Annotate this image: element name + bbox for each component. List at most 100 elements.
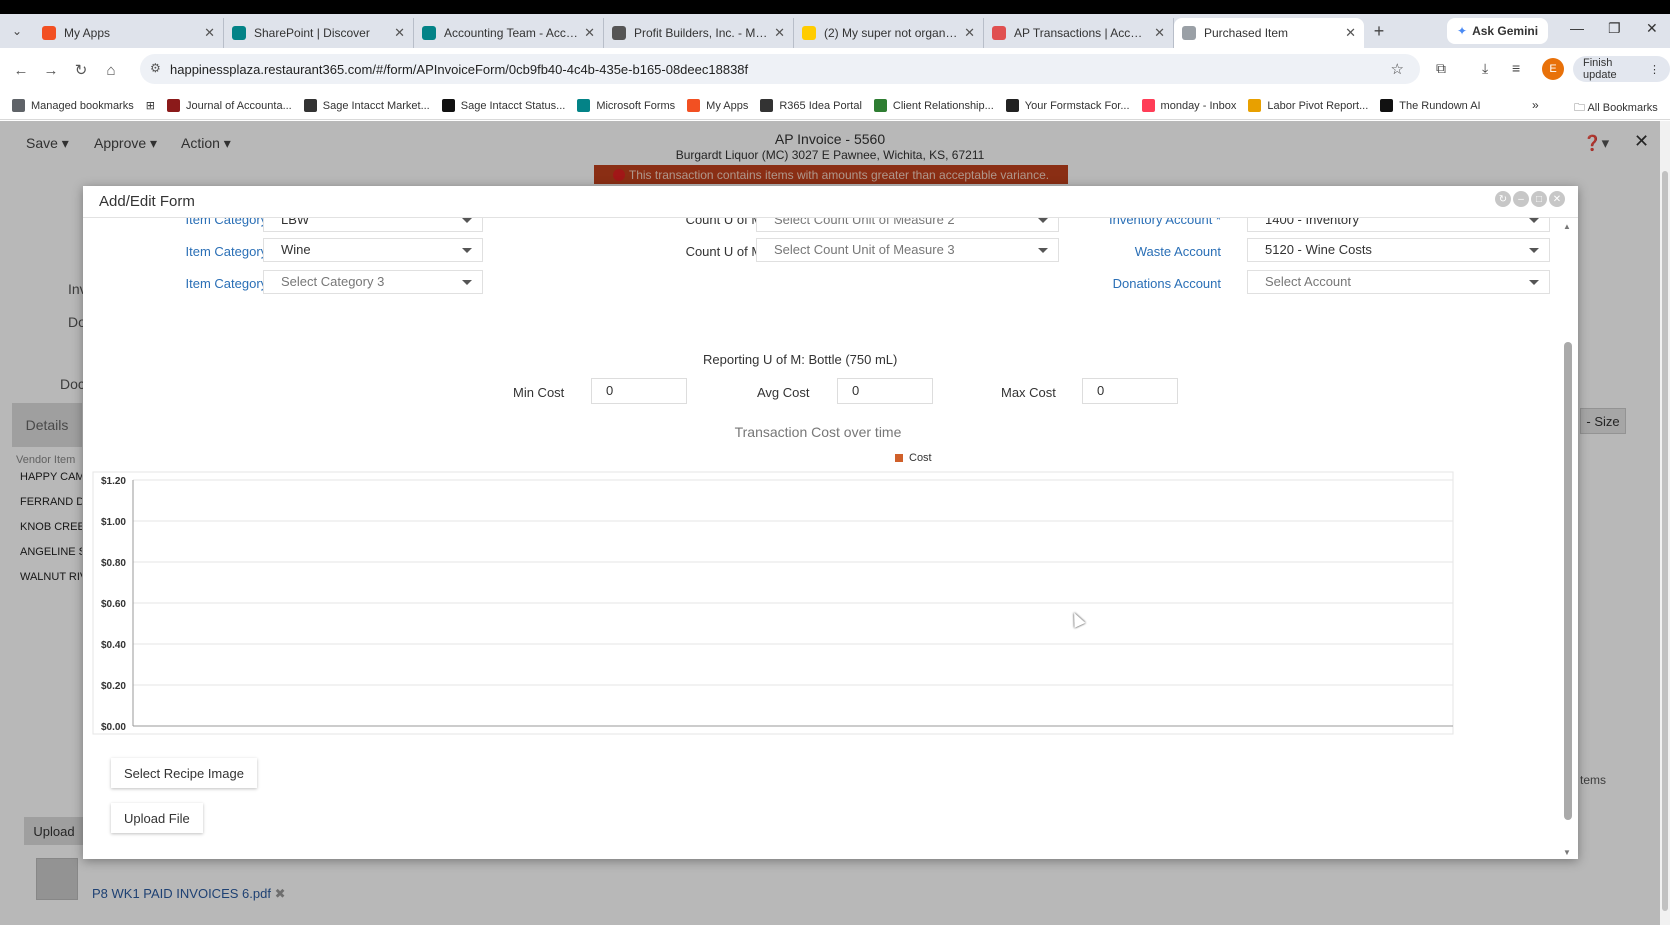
bookmark-item[interactable]: Sage Intacct Market... [303,99,430,112]
tab-favicon-icon [1182,26,1196,40]
tab-title: Accounting Team - Account [444,26,579,40]
y-tick-label: $1.20 [101,476,126,487]
tab-favicon-icon [232,26,246,40]
bookmark-icon [1380,99,1394,112]
tab-title: (2) My super not organized [824,26,959,40]
browser-tab[interactable]: Accounting Team - Account ✕ [414,18,604,48]
apps-grid-icon[interactable]: ⊞ [146,99,155,112]
bookmark-item[interactable]: Sage Intacct Status... [441,99,565,112]
bookmark-icon [441,99,455,112]
browser-tab[interactable]: AP Transactions | Accounts ✕ [984,18,1174,48]
bookmark-item[interactable]: Your Formstack For... [1005,99,1130,112]
tab-title: SharePoint | Discover [254,26,370,40]
ask-gemini-button[interactable]: ✦ Ask Gemini [1447,18,1549,44]
modal-body: Item Category 1 LBW Item Category 2 Wine… [83,218,1578,859]
y-tick-label: $0.60 [101,599,126,610]
y-tick-label: $0.80 [101,558,126,569]
select-recipe-image-button[interactable]: Select Recipe Image [111,758,257,788]
bookmark-icon [1141,99,1155,112]
scroll-thumb[interactable] [1564,342,1572,820]
tab-title: Purchased Item [1204,26,1289,40]
bookmark-icon [166,99,180,112]
bookmark-item[interactable]: monday - Inbox [1141,99,1236,112]
bookmark-item[interactable]: Labor Pivot Report... [1248,99,1368,112]
browser-tab[interactable]: SharePoint | Discover ✕ [224,18,414,48]
close-tab-icon[interactable]: ✕ [774,25,785,41]
bookmark-icon [577,99,591,112]
maximize-modal-icon[interactable]: □ [1531,191,1547,207]
bookmark-item[interactable]: Client Relationship... [873,99,994,112]
tab-title: My Apps [64,26,111,40]
add-edit-form-modal: Add/Edit Form ↻ – □ ✕ Item Category 1 LB… [83,186,1578,859]
y-tick-label: $0.40 [101,640,126,651]
media-icon[interactable]: ≡ [1512,60,1520,76]
title-strip [0,0,1670,14]
bookmark-icon [873,99,887,112]
close-tab-icon[interactable]: ✕ [964,25,975,41]
tab-title: AP Transactions | Accounts [1014,26,1149,40]
close-modal-icon[interactable]: ✕ [1549,191,1565,207]
bookmark-item[interactable]: Microsoft Forms [577,99,675,112]
bookmark-item[interactable]: R365 Idea Portal [760,99,862,112]
minimize-icon[interactable]: — [1570,20,1584,36]
close-tab-icon[interactable]: ✕ [394,25,405,41]
modal-title: Add/Edit Form [99,193,195,210]
y-tick-label: $1.00 [101,517,126,528]
bookmark-item[interactable]: The Rundown AI [1380,99,1481,112]
tab-favicon-icon [42,26,56,40]
browser-tab[interactable]: My Apps ✕ [34,18,224,48]
bookmark-icon [760,99,774,112]
modal-header: Add/Edit Form ↻ – □ ✕ [83,186,1578,218]
browser-tab[interactable]: Profit Builders, Inc. - My Tin ✕ [604,18,794,48]
address-bar-row: ← → ↻ ⌂ ⚙ happinessplaza.restaurant365.c… [0,48,1670,92]
url-input[interactable]: ⚙ happinessplaza.restaurant365.com/#/for… [140,54,1420,84]
tab-favicon-icon [802,26,816,40]
minimize-modal-icon[interactable]: – [1513,191,1529,207]
finish-update-button[interactable]: Finish update ⋮ [1573,56,1670,82]
bookmark-item[interactable]: My Apps [687,99,748,112]
reload-icon[interactable]: ↻ [66,61,96,79]
bookmark-icon [1248,99,1262,112]
home-icon[interactable]: ⌂ [96,62,126,79]
more-bookmarks-icon[interactable]: » [1532,98,1539,112]
bookmark-icon [12,99,25,112]
bookmark-item[interactable]: Managed bookmarks [12,99,134,112]
refresh-icon[interactable]: ↻ [1495,191,1511,207]
restore-icon[interactable]: ❐ [1608,20,1621,37]
site-info-icon[interactable]: ⚙ [150,61,161,75]
tab-search-icon[interactable]: ⌄ [0,14,34,48]
all-bookmarks[interactable]: 🗀 All Bookmarks [1574,99,1658,118]
bookmark-icon [1005,99,1019,112]
bookmarks-bar: Managed bookmarks ⊞ Journal of Accounta...… [0,92,1670,120]
scroll-up-icon[interactable]: ▲ [1563,222,1571,231]
upload-file-button[interactable]: Upload File [111,803,203,833]
bookmark-icon [303,99,317,112]
close-tab-icon[interactable]: ✕ [1345,25,1356,41]
modal-scrollbar[interactable]: ▲ ▼ [1561,218,1575,859]
gemini-icon: ✦ [1457,24,1468,38]
close-tab-icon[interactable]: ✕ [204,25,215,41]
close-window-icon[interactable]: ✕ [1646,20,1658,37]
back-icon[interactable]: ← [6,62,36,79]
close-tab-icon[interactable]: ✕ [584,25,595,41]
browser-tab[interactable]: (2) My super not organized ✕ [794,18,984,48]
page-scrollbar[interactable] [1660,121,1670,925]
tab-favicon-icon [612,26,626,40]
folder-icon: 🗀 [1574,102,1585,114]
tab-bar: ⌄ My Apps ✕ SharePoint | Discover ✕ Accounti… [0,14,1670,48]
profile-avatar[interactable]: E [1542,58,1564,80]
y-tick-label: $0.20 [101,681,126,692]
extensions-icon[interactable]: ⧉ [1436,60,1446,77]
bookmark-item[interactable]: Journal of Accounta... [166,99,292,112]
scroll-down-icon[interactable]: ▼ [1563,848,1571,857]
tab-favicon-icon [992,26,1006,40]
tab-favicon-icon [422,26,436,40]
cost-chart: $0.00 $0.20 $0.40 $0.60 $0.80 $1.00 $1.20 [92,471,1454,735]
forward-icon[interactable]: → [36,62,66,79]
new-tab-button[interactable]: + [1364,21,1394,42]
browser-tab[interactable]: Purchased Item ✕ [1174,18,1364,48]
bookmark-icon [687,99,701,112]
download-icon[interactable]: ⤓ [1482,60,1488,77]
bookmark-star-icon[interactable]: ☆ [1391,60,1404,78]
close-tab-icon[interactable]: ✕ [1154,25,1165,41]
